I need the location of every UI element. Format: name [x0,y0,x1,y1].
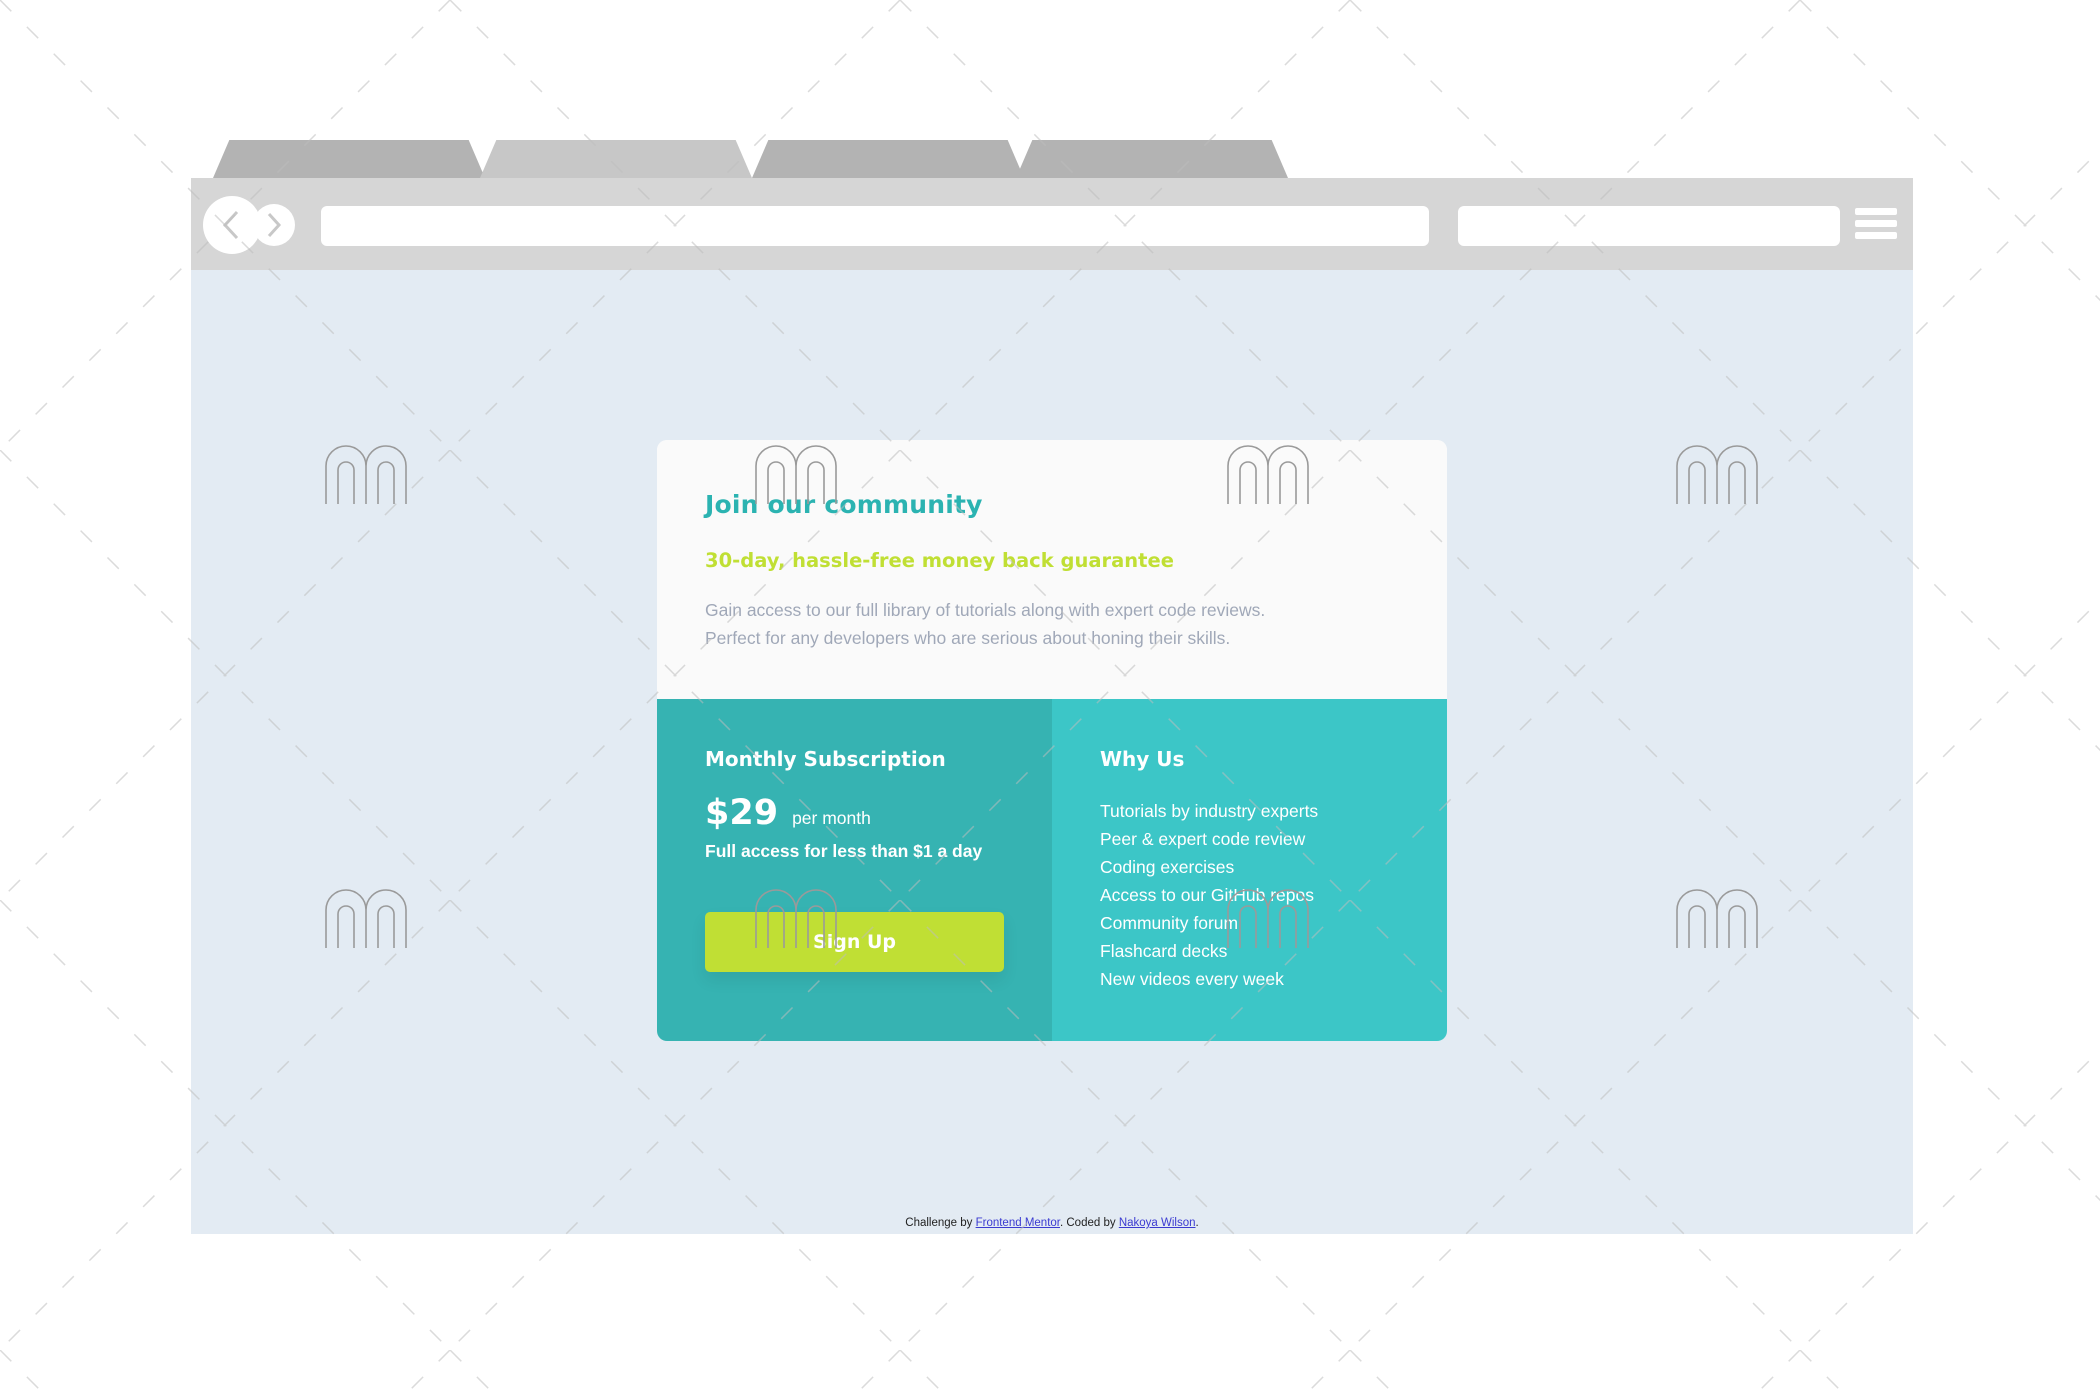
list-item: Flashcard decks [1100,941,1228,961]
description-line-2: Perfect for any developers who are serio… [705,628,1231,648]
page-viewport: Join our community 30-day, hassle-free m… [191,270,1913,1234]
card-title: Join our community [705,490,983,519]
attribution-middle: . Coded by [1059,1217,1119,1229]
signup-card: Join our community 30-day, hassle-free m… [657,440,1447,1041]
browser-search-bar[interactable] [1458,206,1840,246]
why-us-panel: Why Us Tutorials by industry experts Pee… [1052,699,1447,1041]
browser-tab-3[interactable] [752,140,1024,178]
list-item: New videos every week [1100,969,1284,989]
browser-tab-2[interactable] [480,140,752,178]
card-bottom-section: Monthly Subscription $29 per month Full … [657,699,1447,1041]
address-bar[interactable] [321,206,1429,246]
price-period: per month [792,808,871,828]
card-description: Gain access to our full library of tutor… [705,596,1399,652]
list-item: Coding exercises [1100,857,1235,877]
frontend-mentor-link[interactable]: Frontend Mentor [976,1217,1060,1229]
hamburger-menu-icon[interactable] [1855,208,1897,244]
attribution: Challenge by Frontend Mentor. Coded by N… [191,1217,1913,1229]
browser-tab-1[interactable] [213,140,485,178]
why-us-list: Tutorials by industry experts Peer & exp… [1100,797,1399,993]
forward-icon[interactable] [253,204,295,246]
browser-toolbar [191,178,1913,270]
attribution-prefix: Challenge by [905,1217,976,1229]
list-item: Peer & expert code review [1100,829,1306,849]
browser-mockup: Join our community 30-day, hassle-free m… [0,0,2100,1400]
browser-tab-4[interactable] [1016,140,1288,178]
attribution-suffix: . [1195,1217,1199,1229]
list-item: Community forum [1100,913,1239,933]
guarantee-text: 30-day, hassle-free money back guarantee [705,549,1174,572]
list-item: Tutorials by industry experts [1100,801,1319,821]
card-header-section: Join our community 30-day, hassle-free m… [657,440,1447,699]
subscription-heading: Monthly Subscription [705,747,946,771]
why-us-heading: Why Us [1100,747,1185,771]
price-row: $29 per month [705,793,1004,833]
author-link[interactable]: Nakoya Wilson [1119,1217,1196,1229]
description-line-1: Gain access to our full library of tutor… [705,600,1266,620]
sign-up-button[interactable]: Sign Up [705,912,1004,972]
price-note: Full access for less than $1 a day [705,841,983,861]
subscription-panel: Monthly Subscription $29 per month Full … [657,699,1052,1041]
list-item: Access to our GitHub repos [1100,885,1314,905]
price-amount: $29 [705,793,779,833]
